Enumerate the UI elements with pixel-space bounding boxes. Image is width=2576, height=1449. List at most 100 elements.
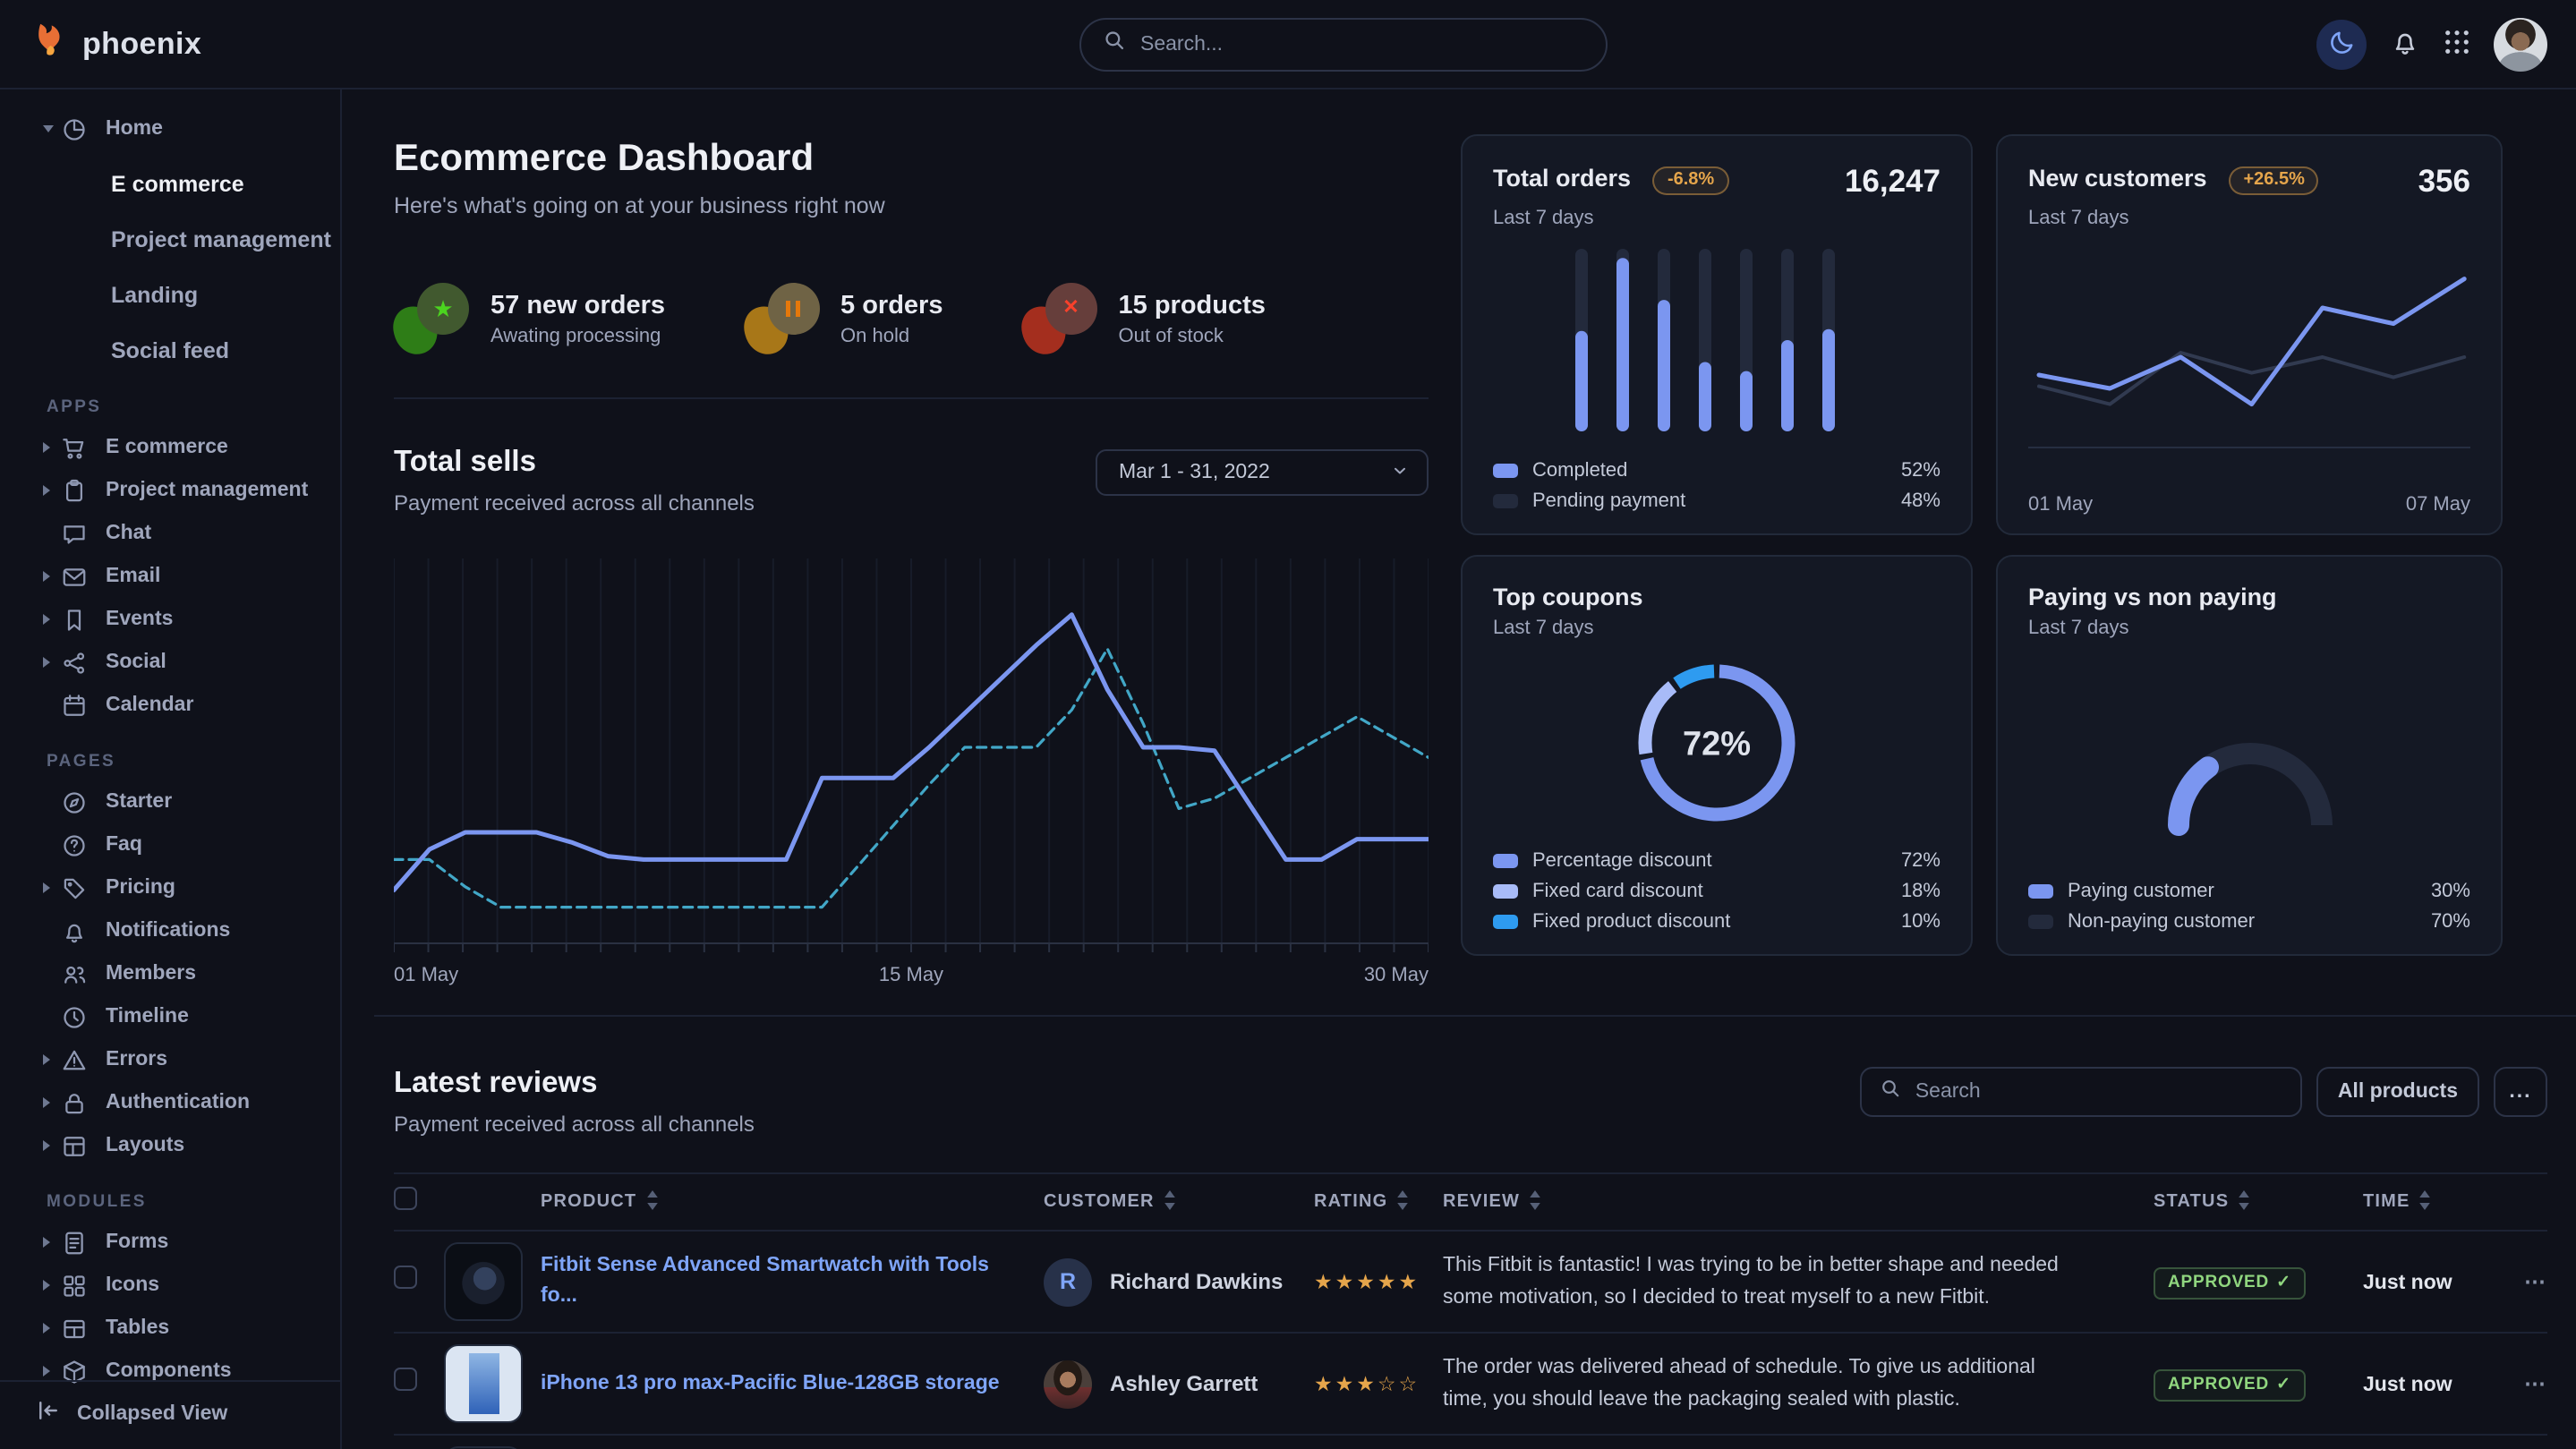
sidebar-item-project-management[interactable]: Project management bbox=[0, 218, 340, 261]
sidebar-item-icons[interactable]: Icons bbox=[0, 1264, 340, 1307]
sidebar-item-label: Components bbox=[106, 1360, 232, 1382]
row-actions-cell: ⋯ bbox=[2497, 1266, 2547, 1298]
review-text: The order was delivered ahead of schedul… bbox=[1443, 1351, 2064, 1417]
row-actions-button[interactable]: ⋯ bbox=[2524, 1269, 2547, 1294]
apps-grid-button[interactable] bbox=[2444, 28, 2470, 60]
customer-name: Ashley Garrett bbox=[1110, 1371, 1258, 1396]
navbar-search[interactable] bbox=[1079, 18, 1608, 72]
chevron-right-icon bbox=[43, 442, 61, 453]
sidebar-item-authentication[interactable]: Authentication bbox=[0, 1081, 340, 1124]
avatar[interactable] bbox=[1044, 1360, 1092, 1408]
users-icon bbox=[61, 959, 90, 988]
select-all-checkbox[interactable] bbox=[394, 1186, 417, 1209]
sidebar-item-label: Events bbox=[106, 609, 173, 630]
stat-label: On hold bbox=[840, 325, 943, 346]
top-coupons-card: Top coupons Last 7 days 72% Percentage d… bbox=[1461, 555, 1973, 956]
paying-legend: Paying customer30%Non-paying customer70% bbox=[2028, 875, 2470, 936]
column-header-status[interactable]: STATUS bbox=[2154, 1189, 2363, 1215]
cart-icon bbox=[61, 433, 90, 462]
sidebar-item-pricing[interactable]: Pricing bbox=[0, 866, 340, 909]
sidebar-item-members[interactable]: Members bbox=[0, 952, 340, 995]
row-checkbox[interactable] bbox=[394, 1368, 417, 1391]
sidebar: HomeE commerceProject managementLandingS… bbox=[0, 89, 342, 1449]
column-header-product[interactable]: PRODUCT bbox=[541, 1189, 1044, 1215]
sidebar-item-faq[interactable]: Faq bbox=[0, 823, 340, 866]
column-header-review[interactable]: REVIEW bbox=[1443, 1189, 2154, 1215]
sidebar-item-e-commerce[interactable]: E commerce bbox=[0, 163, 340, 206]
notifications-button[interactable] bbox=[2390, 26, 2420, 62]
column-header-customer[interactable]: CUSTOMER bbox=[1044, 1189, 1314, 1215]
collapsed-view-label: Collapsed View bbox=[77, 1402, 227, 1424]
new-customers-card: New customers +26.5% 356 Last 7 days 01 … bbox=[1996, 134, 2503, 535]
sidebar-item-tables[interactable]: Tables bbox=[0, 1307, 340, 1350]
all-products-button[interactable]: All products bbox=[2316, 1067, 2479, 1117]
sidebar-item-starter[interactable]: Starter bbox=[0, 780, 340, 823]
sidebar-item-forms[interactable]: Forms bbox=[0, 1221, 340, 1264]
chevron-right-icon bbox=[43, 1237, 61, 1248]
card-period: Last 7 days bbox=[2028, 208, 2470, 229]
legend-row: Fixed card discount18% bbox=[1493, 875, 1941, 906]
new-customers-x-axis: 01 May 07 May bbox=[2028, 487, 2470, 516]
row-checkbox[interactable] bbox=[394, 1266, 417, 1289]
column-header-rating[interactable]: RATING bbox=[1314, 1189, 1443, 1215]
row-time-cell: Just now bbox=[2363, 1266, 2497, 1298]
layout-icon bbox=[61, 1131, 90, 1160]
user-avatar[interactable] bbox=[2494, 17, 2547, 71]
page-subtitle: Here's what's going on at your business … bbox=[394, 193, 1429, 218]
sidebar-item-timeline[interactable]: Timeline bbox=[0, 995, 340, 1038]
share-icon bbox=[61, 648, 90, 677]
theme-toggle-button[interactable] bbox=[2316, 19, 2367, 69]
card-value: 356 bbox=[2418, 163, 2470, 200]
row-image-cell bbox=[444, 1242, 541, 1321]
table-icon bbox=[61, 1314, 90, 1342]
column-header-label: REVIEW bbox=[1443, 1189, 2064, 1215]
sidebar-item-social[interactable]: Social bbox=[0, 641, 340, 684]
sidebar-item-chat[interactable]: Chat bbox=[0, 512, 340, 555]
sidebar-item-errors[interactable]: Errors bbox=[0, 1038, 340, 1081]
row-actions-button[interactable]: ⋯ bbox=[2524, 1371, 2547, 1396]
legend-row: Pending payment48% bbox=[1493, 485, 1941, 516]
navbar-search-input[interactable] bbox=[1140, 34, 1584, 55]
sidebar-item-project-management[interactable]: Project management bbox=[0, 469, 340, 512]
legend-value: 52% bbox=[1901, 459, 1941, 481]
sidebar-item-events[interactable]: Events bbox=[0, 598, 340, 641]
sidebar-item-landing[interactable]: Landing bbox=[0, 274, 340, 317]
brand-name: phoenix bbox=[82, 26, 201, 62]
chevron-right-icon bbox=[43, 1140, 61, 1151]
reviews-search[interactable] bbox=[1860, 1067, 2302, 1117]
clock-icon bbox=[61, 1002, 90, 1031]
product-link[interactable]: Fitbit Sense Advanced Smartwatch with To… bbox=[541, 1252, 1015, 1312]
brand[interactable]: phoenix bbox=[29, 20, 201, 68]
stat-glyph: ✕ bbox=[1022, 283, 1097, 354]
envelope-icon bbox=[61, 562, 90, 591]
app: phoenix bbox=[0, 0, 2576, 1449]
chevron-right-icon bbox=[43, 1280, 61, 1291]
avatar[interactable]: R bbox=[1044, 1257, 1092, 1306]
sidebar-item-e-commerce[interactable]: E commerce bbox=[0, 426, 340, 469]
sidebar-item-social-feed[interactable]: Social feed bbox=[0, 329, 340, 372]
product-link[interactable]: iPhone 13 pro max-Pacific Blue-128GB sto… bbox=[541, 1368, 1015, 1398]
bell-icon bbox=[2390, 26, 2420, 62]
time-value: Just now bbox=[2363, 1273, 2452, 1294]
legend-row: Fixed product discount10% bbox=[1493, 906, 1941, 936]
chat-icon bbox=[61, 519, 90, 548]
reviews-search-input[interactable] bbox=[1915, 1081, 2282, 1103]
stat-text: 15 productsOut of stock bbox=[1119, 291, 1266, 346]
total-orders-bar-chart bbox=[1565, 242, 1869, 442]
sidebar-item-email[interactable]: Email bbox=[0, 555, 340, 598]
sidebar-item-label: Project management bbox=[111, 227, 331, 252]
total-orders-legend: Completed52%Pending payment48% bbox=[1493, 455, 1941, 516]
sidebar-item-calendar[interactable]: Calendar bbox=[0, 684, 340, 727]
more-options-button[interactable]: ... bbox=[2494, 1067, 2547, 1117]
column-header-label: CUSTOMER bbox=[1044, 1189, 1176, 1215]
sidebar-item-notifications[interactable]: Notifications bbox=[0, 909, 340, 952]
bookmark-icon bbox=[61, 605, 90, 634]
collapsed-view-toggle[interactable]: Collapsed View bbox=[0, 1380, 340, 1449]
sidebar-item-label: Notifications bbox=[106, 920, 230, 942]
legend-value: 10% bbox=[1901, 910, 1941, 932]
date-range-select[interactable]: Mar 1 - 31, 2022 bbox=[1096, 449, 1429, 496]
column-header-time[interactable]: TIME bbox=[2363, 1189, 2497, 1215]
table-row: iPhone 13 pro max-Pacific Blue-128GB sto… bbox=[394, 1332, 2547, 1434]
sidebar-item-layouts[interactable]: Layouts bbox=[0, 1124, 340, 1167]
sidebar-item-home[interactable]: Home bbox=[0, 107, 340, 150]
